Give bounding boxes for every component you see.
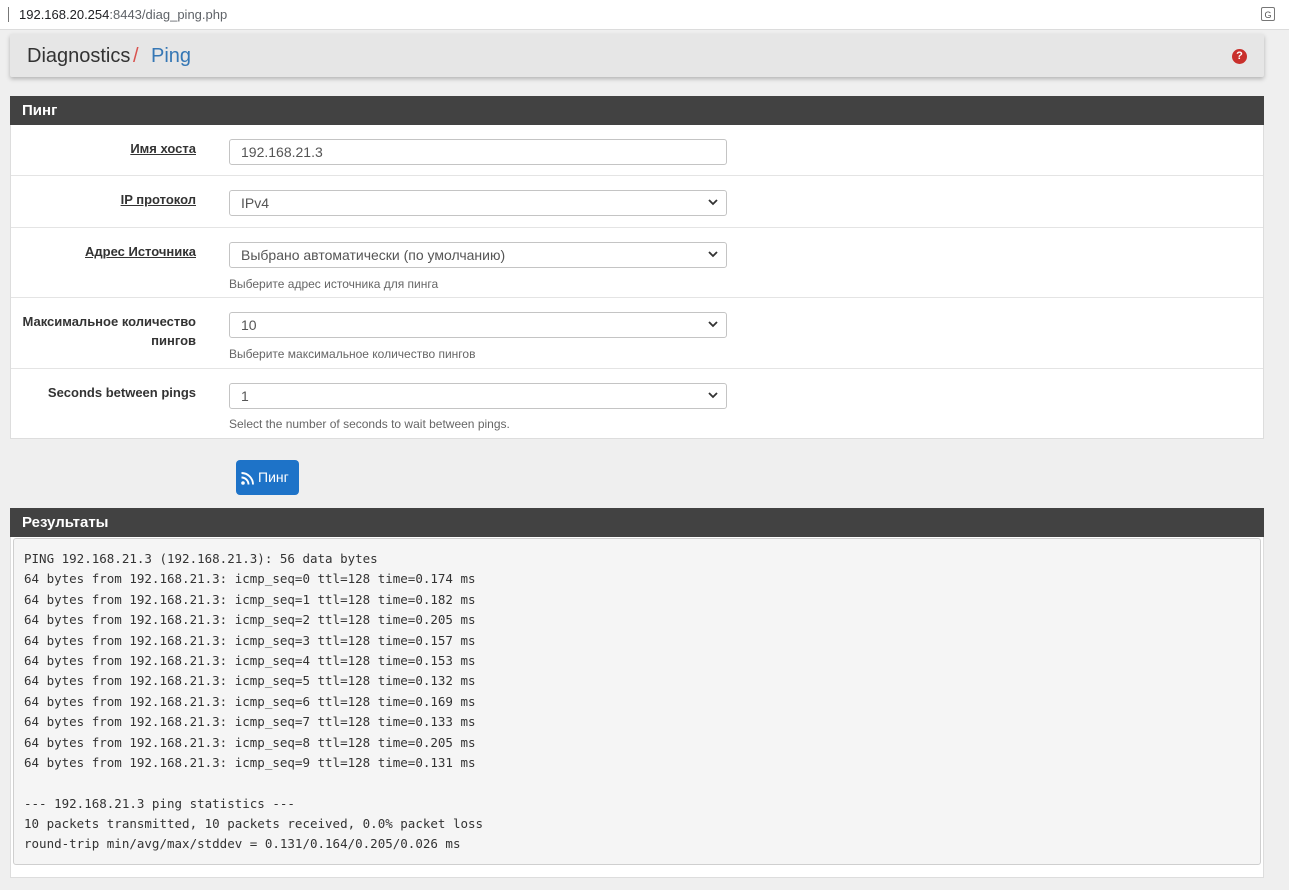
host-row: Имя хоста 192.168.21.3 [11, 125, 1263, 176]
count-help: Выберите максимальное количество пингов [229, 347, 476, 361]
results-line: 64 bytes from 192.168.21.3: icmp_seq=2 t… [24, 612, 476, 628]
count-label-line1: Максимальное количество [22, 314, 196, 329]
count-select-value: 10 [241, 317, 257, 333]
breadcrumb-separator: / [133, 45, 139, 67]
ping-button[interactable]: Пинг [236, 460, 299, 495]
results-line: 64 bytes from 192.168.21.3: icmp_seq=9 t… [24, 754, 476, 770]
count-row: Максимальное количество пингов 10 Выбери… [11, 298, 1263, 369]
interval-select[interactable]: 1 [229, 383, 727, 409]
interval-row: Seconds between pings 1 Select the numbe… [11, 369, 1263, 439]
question-circle-icon[interactable]: ? [1232, 49, 1247, 64]
breadcrumb-current[interactable]: Ping [151, 45, 191, 68]
results-line: round-trip min/avg/max/stddev = 0.131/0.… [24, 836, 461, 852]
chevron-down-icon [708, 321, 718, 328]
protocol-row: IP протокол IPv4 [11, 176, 1263, 228]
results-panel: PING 192.168.21.3 (192.168.21.3): 56 dat… [10, 537, 1264, 878]
chevron-down-icon [708, 392, 718, 399]
results-line: 64 bytes from 192.168.21.3: icmp_seq=1 t… [24, 591, 476, 607]
results-output[interactable]: PING 192.168.21.3 (192.168.21.3): 56 dat… [13, 538, 1261, 865]
ping-form: Имя хоста 192.168.21.3 IP протокол IPv4 … [10, 125, 1264, 439]
protocol-label: IP протокол [120, 192, 196, 207]
text-caret [8, 7, 9, 22]
source-select-value: Выбрано автоматически (по умолчанию) [241, 247, 506, 263]
interval-help: Select the number of seconds to wait bet… [229, 417, 510, 431]
host-label: Имя хоста [130, 141, 196, 156]
ping-panel-header: Пинг [10, 96, 1264, 125]
protocol-select-value: IPv4 [241, 195, 270, 211]
results-line: --- 192.168.21.3 ping statistics --- [24, 795, 295, 811]
source-row: Адрес Источника Выбрано автоматически (п… [11, 228, 1263, 298]
source-help: Выберите адрес источника для пинга [229, 277, 439, 291]
url-host: 192.168.20.254 [19, 7, 110, 22]
breadcrumb-parent: Diagnostics [27, 45, 131, 67]
results-line: 64 bytes from 192.168.21.3: icmp_seq=8 t… [24, 734, 476, 750]
results-line: PING 192.168.21.3 (192.168.21.3): 56 dat… [24, 551, 378, 566]
url-text[interactable]: 192.168.20.254:8443/diag_ping.php [19, 7, 227, 22]
breadcrumb: Diagnostics / Ping ? [10, 34, 1264, 77]
source-label: Адрес Источника [85, 244, 196, 259]
rss-icon [241, 472, 254, 485]
host-input[interactable]: 192.168.21.3 [229, 139, 727, 165]
protocol-select[interactable]: IPv4 [229, 190, 727, 216]
translate-icon[interactable]: G [1261, 7, 1275, 21]
chevron-down-icon [708, 251, 718, 258]
results-line: 64 bytes from 192.168.21.3: icmp_seq=6 t… [24, 693, 476, 709]
address-bar[interactable]: 192.168.20.254:8443/diag_ping.php G [0, 0, 1289, 30]
results-line: 64 bytes from 192.168.21.3: icmp_seq=0 t… [24, 571, 476, 587]
results-line: 64 bytes from 192.168.21.3: icmp_seq=5 t… [24, 673, 476, 689]
results-line: 10 packets transmitted, 10 packets recei… [24, 816, 484, 832]
interval-label: Seconds between pings [47, 385, 196, 400]
count-select[interactable]: 10 [229, 312, 727, 338]
ping-button-label: Пинг [258, 469, 289, 485]
host-input-value: 192.168.21.3 [241, 144, 323, 160]
results-line: 64 bytes from 192.168.21.3: icmp_seq=3 t… [24, 632, 476, 648]
results-line: 64 bytes from 192.168.21.3: icmp_seq=7 t… [24, 714, 476, 730]
results-line [24, 773, 1260, 793]
results-panel-header: Результаты [10, 508, 1264, 537]
chevron-down-icon [708, 199, 718, 206]
source-select[interactable]: Выбрано автоматически (по умолчанию) [229, 242, 727, 268]
url-path: :8443/diag_ping.php [109, 7, 228, 22]
interval-select-value: 1 [241, 388, 249, 404]
count-label-line2: пингов [151, 333, 196, 348]
results-line: 64 bytes from 192.168.21.3: icmp_seq=4 t… [24, 652, 476, 668]
